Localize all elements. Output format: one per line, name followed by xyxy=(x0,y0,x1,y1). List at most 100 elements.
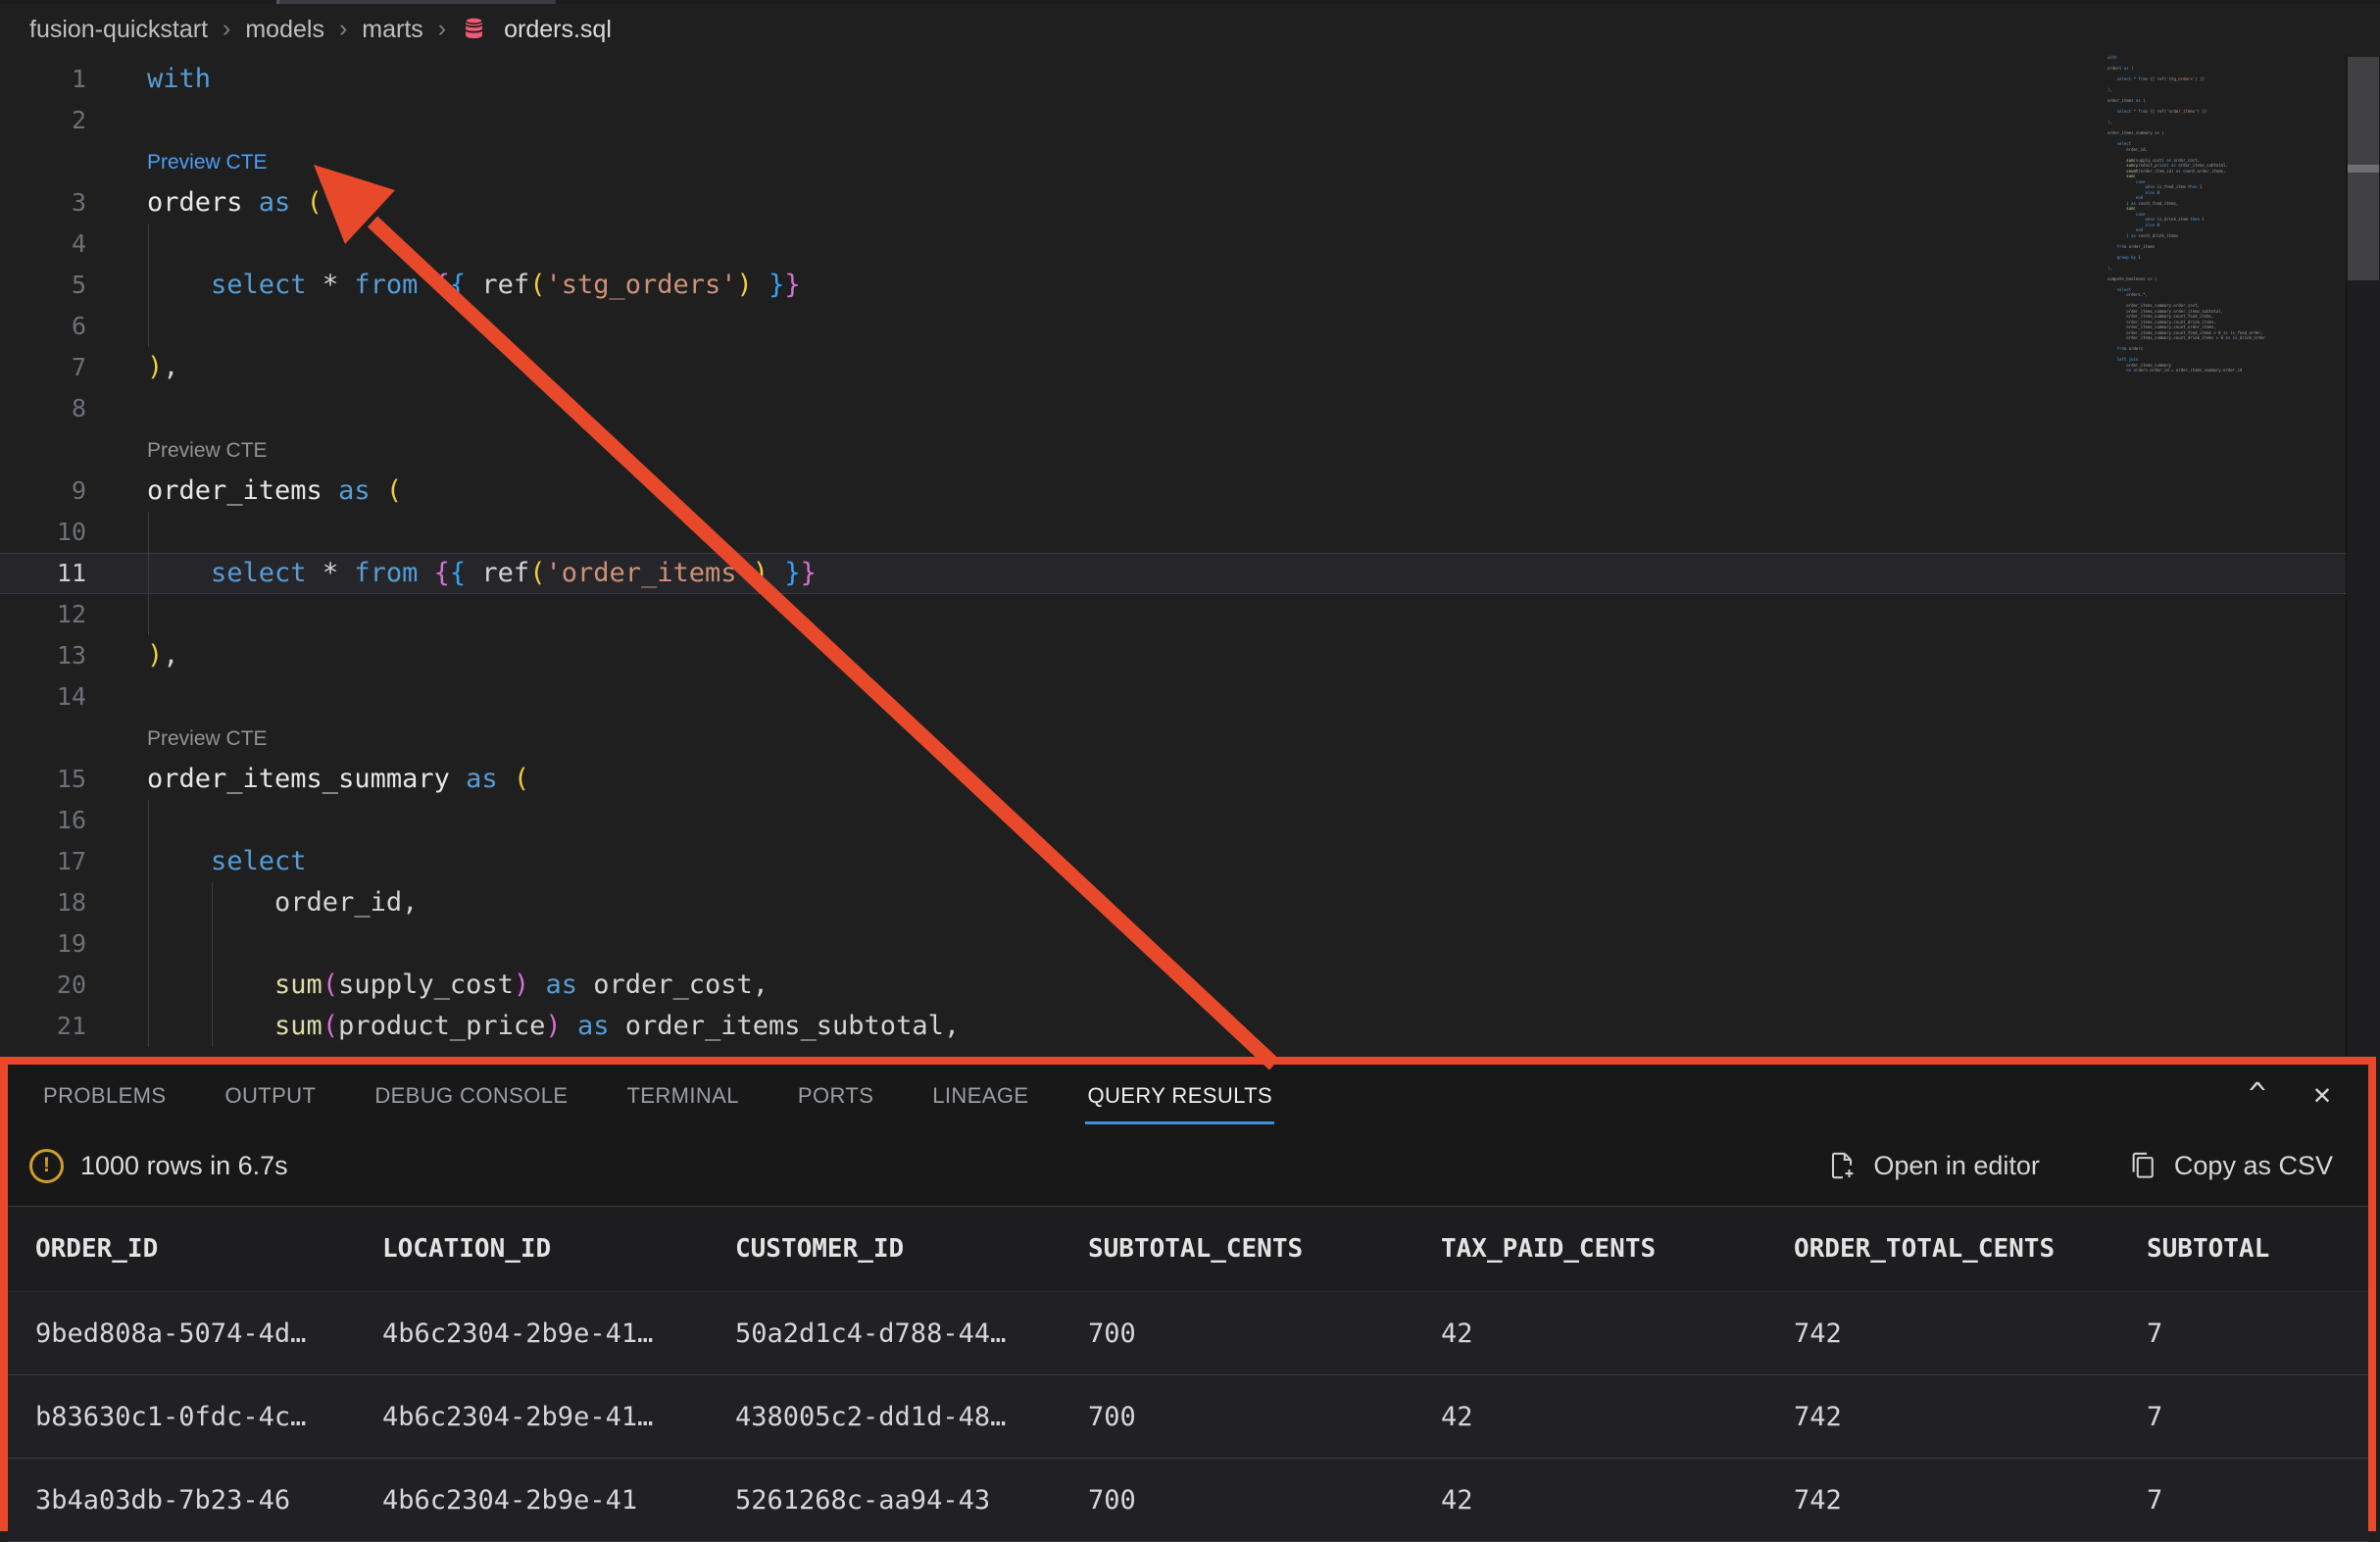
line-number: 14 xyxy=(0,676,86,718)
table-row[interactable]: 9bed808a-5074-4d…4b6c2304-2b9e-41…50a2d1… xyxy=(8,1292,2368,1375)
code-line[interactable]: 17 select xyxy=(0,841,2347,882)
warning-icon: ! xyxy=(29,1149,64,1183)
table-cell: 700 xyxy=(1088,1318,1441,1349)
database-icon xyxy=(461,15,487,48)
line-number: 1 xyxy=(0,59,86,100)
codelens-row[interactable]: Preview CTE xyxy=(0,429,2347,471)
results-actions: Open in editor Copy as CSV xyxy=(1827,1151,2333,1181)
code-line[interactable]: 18 order_id, xyxy=(0,882,2347,923)
copy-icon xyxy=(2128,1151,2157,1180)
code-line[interactable]: 14 xyxy=(0,676,2347,718)
code-line[interactable]: 12 xyxy=(0,594,2347,635)
tab-ports[interactable]: PORTS xyxy=(796,1067,875,1124)
tab-lineage[interactable]: LINEAGE xyxy=(930,1067,1030,1124)
code-text: ), xyxy=(147,635,179,676)
table-cell: 4b6c2304-2b9e-41… xyxy=(382,1318,735,1349)
line-number: 10 xyxy=(0,512,86,553)
codelens-row[interactable]: Preview CTE xyxy=(0,141,2347,182)
code-line[interactable]: 4 xyxy=(0,224,2347,265)
codelens-preview-cte[interactable]: Preview CTE xyxy=(147,721,268,757)
code-line[interactable]: 15order_items_summary as ( xyxy=(0,759,2347,800)
code-text: ), xyxy=(147,347,179,388)
breadcrumb-project[interactable]: fusion-quickstart xyxy=(29,16,208,44)
code-line[interactable]: 3orders as ( xyxy=(0,182,2347,224)
row-count-status: 1000 rows in 6.7s xyxy=(80,1151,288,1181)
code-line[interactable]: 7), xyxy=(0,347,2347,388)
codelens-preview-cte[interactable]: Preview CTE xyxy=(147,433,268,469)
table-cell: 438005c2-dd1d-48… xyxy=(735,1402,1088,1432)
code-line[interactable]: 13), xyxy=(0,635,2347,676)
line-number: 7 xyxy=(0,347,86,388)
line-number: 4 xyxy=(0,224,86,265)
indent-guide xyxy=(148,512,149,553)
line-number: 17 xyxy=(0,841,86,882)
table-cell: 7 xyxy=(2147,1318,2368,1349)
code-text: select xyxy=(147,841,307,882)
breadcrumb: fusion-quickstart › models › marts › ord… xyxy=(0,4,2380,55)
tab-debug-console[interactable]: DEBUG CONSOLE xyxy=(372,1067,570,1124)
code-line[interactable]: 11 select * from {{ ref('order_items') }… xyxy=(0,553,2347,594)
line-number: 3 xyxy=(0,182,86,224)
code-line[interactable]: 19 xyxy=(0,923,2347,965)
editor-scrollbar[interactable] xyxy=(2346,55,2380,1057)
line-number: 16 xyxy=(0,800,86,841)
indent-guide xyxy=(212,923,213,965)
indent-guide xyxy=(148,923,149,965)
table-cell: 700 xyxy=(1088,1402,1441,1432)
breadcrumb-file-name[interactable]: orders.sql xyxy=(504,16,612,44)
codelens-row[interactable]: Preview CTE xyxy=(0,718,2347,759)
table-row[interactable]: 3b4a03db-7b23-464b6c2304-2b9e-415261268c… xyxy=(8,1459,2368,1542)
results-table-header: ORDER_IDLOCATION_IDCUSTOMER_IDSUBTOTAL_C… xyxy=(8,1206,2368,1292)
line-number: 6 xyxy=(0,306,86,347)
column-header: ORDER_ID xyxy=(35,1234,382,1264)
results-status-bar: ! 1000 rows in 6.7s Open in editor xyxy=(8,1125,2368,1206)
tab-query-results[interactable]: QUERY RESULTS xyxy=(1085,1067,1274,1124)
code-line[interactable]: 1 with xyxy=(0,59,2347,100)
line-number: 18 xyxy=(0,882,86,923)
code-line[interactable]: 9order_items as ( xyxy=(0,471,2347,512)
column-header: CUSTOMER_ID xyxy=(735,1234,1088,1264)
tab-output[interactable]: OUTPUT xyxy=(223,1067,318,1124)
code-text: select * from {{ ref('stg_orders') }} xyxy=(147,265,801,306)
code-line[interactable]: 5 select * from {{ ref('stg_orders') }} xyxy=(0,265,2347,306)
code-text: with xyxy=(147,59,211,100)
code-editor[interactable]: 1with2Preview CTE3orders as (45 select *… xyxy=(0,59,2347,1047)
code-line[interactable]: 20 sum(supply_cost) as order_cost, xyxy=(0,965,2347,1006)
line-number: 8 xyxy=(0,388,86,429)
column-header: SUBTOTAL xyxy=(2147,1234,2368,1264)
tab-problems[interactable]: PROBLEMS xyxy=(41,1067,168,1124)
code-line[interactable]: 2 xyxy=(0,100,2347,141)
copy-as-csv-button[interactable]: Copy as CSV xyxy=(2128,1151,2333,1181)
breadcrumb-models[interactable]: models xyxy=(245,16,324,44)
codelens-preview-cte[interactable]: Preview CTE xyxy=(147,145,268,180)
code-line[interactable]: 6 xyxy=(0,306,2347,347)
new-file-icon xyxy=(1827,1151,1857,1180)
line-number: 13 xyxy=(0,635,86,676)
code-line[interactable]: 16 xyxy=(0,800,2347,841)
table-cell: 700 xyxy=(1088,1485,1441,1516)
tab-terminal[interactable]: TERMINAL xyxy=(624,1067,740,1124)
code-line[interactable]: 8 xyxy=(0,388,2347,429)
line-number: 9 xyxy=(0,471,86,512)
column-header: TAX_PAID_CENTS xyxy=(1441,1234,1794,1264)
table-cell: 3b4a03db-7b23-46 xyxy=(35,1485,382,1516)
code-text: order_items_summary as ( xyxy=(147,759,529,800)
column-header: LOCATION_ID xyxy=(382,1234,735,1264)
code-line[interactable]: 10 xyxy=(0,512,2347,553)
breadcrumb-marts[interactable]: marts xyxy=(362,16,423,44)
close-icon[interactable]: ✕ xyxy=(2313,1080,2331,1110)
table-cell: 5261268c-aa94-43 xyxy=(735,1485,1088,1516)
chevron-up-icon[interactable]: ^ xyxy=(2249,1080,2266,1110)
table-row[interactable]: b83630c1-0fdc-4c…4b6c2304-2b9e-41…438005… xyxy=(8,1375,2368,1459)
line-number: 21 xyxy=(0,1006,86,1047)
open-in-editor-label: Open in editor xyxy=(1873,1151,2040,1181)
open-in-editor-button[interactable]: Open in editor xyxy=(1827,1151,2040,1181)
code-line[interactable]: 21 sum(product_price) as order_items_sub… xyxy=(0,1006,2347,1047)
table-cell: 9bed808a-5074-4d… xyxy=(35,1318,382,1349)
table-cell: 742 xyxy=(1794,1402,2147,1432)
minimap[interactable]: with orders as ( select * from {{ ref('s… xyxy=(2100,55,2347,378)
copy-as-csv-label: Copy as CSV xyxy=(2174,1151,2333,1181)
table-cell: 742 xyxy=(1794,1485,2147,1516)
indent-guide xyxy=(148,594,149,635)
code-text: order_id, xyxy=(147,882,418,923)
